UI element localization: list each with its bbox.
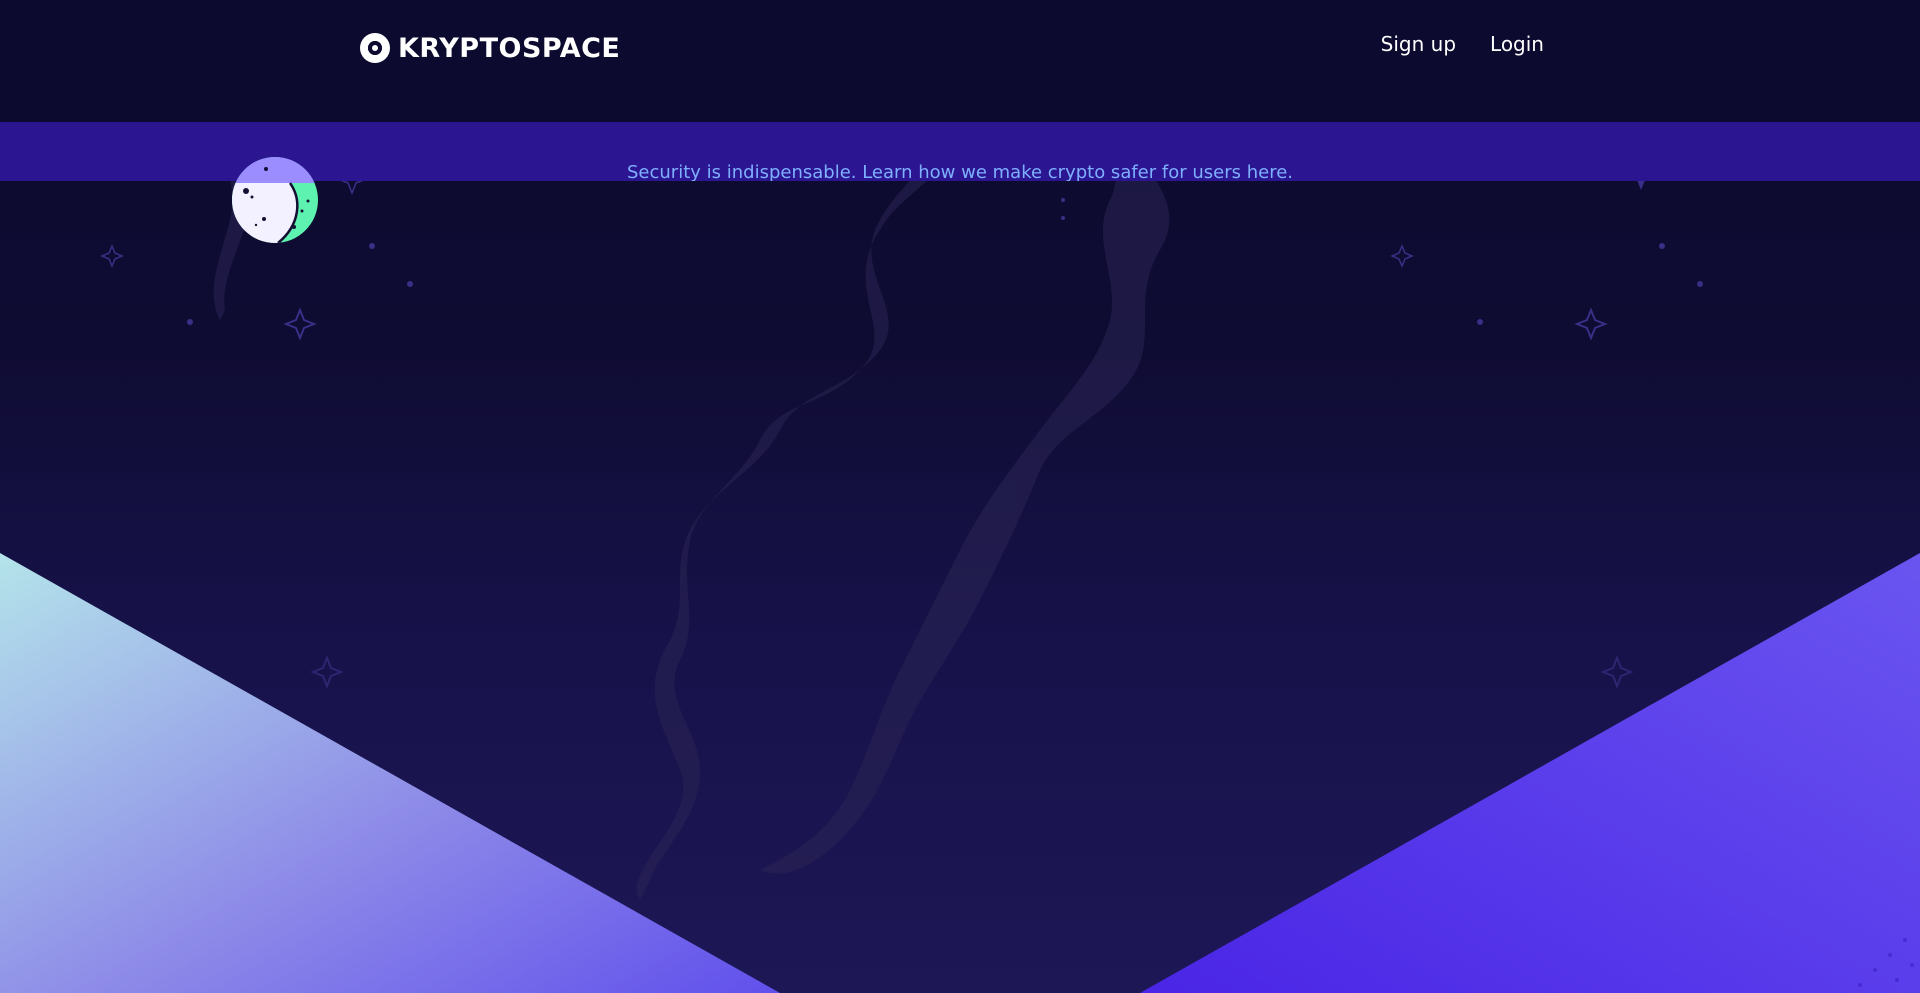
brand-logo[interactable]: KRYPTOSPACE bbox=[360, 32, 620, 64]
site-header: KRYPTOSPACE Sign up Login bbox=[0, 0, 1920, 122]
brand-name: KRYPTOSPACE bbox=[398, 32, 621, 64]
ground-right bbox=[1140, 553, 1920, 993]
login-link[interactable]: Login bbox=[1490, 32, 1544, 56]
signup-link[interactable]: Sign up bbox=[1381, 32, 1456, 56]
brand-logo-icon bbox=[360, 33, 390, 63]
ground-left bbox=[0, 553, 780, 993]
top-nav: Sign up Login bbox=[1381, 32, 1544, 56]
moon-icon bbox=[232, 157, 318, 243]
